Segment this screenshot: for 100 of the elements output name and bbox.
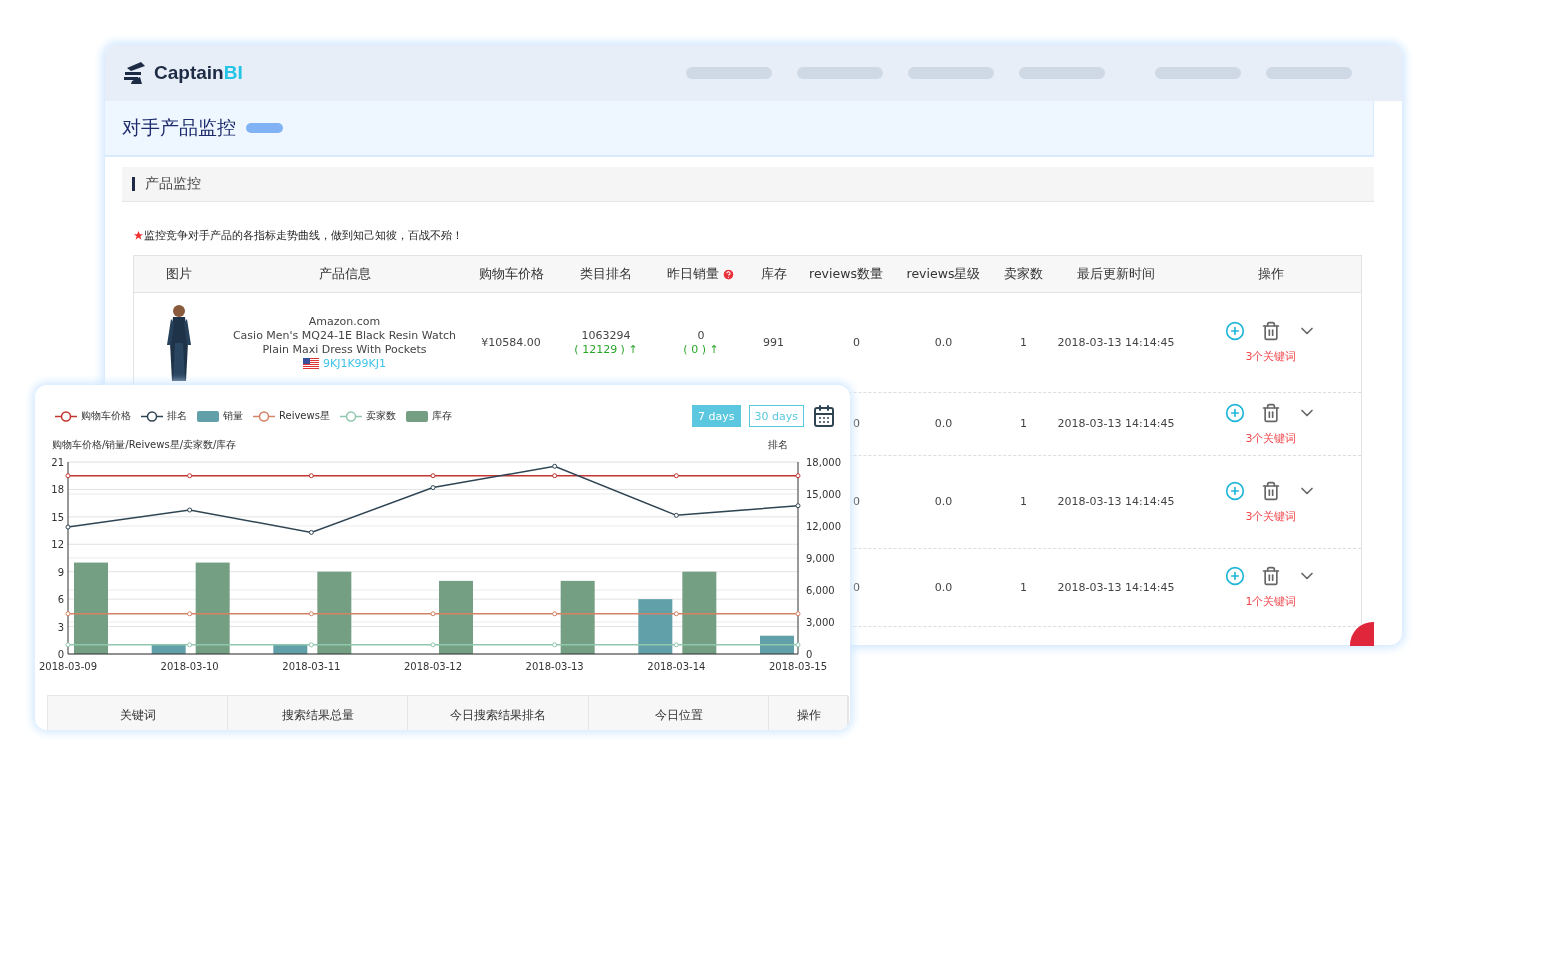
trash-icon[interactable]: [1261, 480, 1281, 501]
trash-icon[interactable]: [1261, 402, 1281, 423]
sellers-count: 1: [1020, 580, 1027, 595]
asin-link[interactable]: 9KJ1K99KJ1: [322, 356, 387, 371]
calendar-icon[interactable]: [812, 404, 836, 428]
update-time: 2018-03-13 14:14:45: [1057, 417, 1175, 431]
rating-text: 0.0: [934, 335, 953, 350]
store-name: Amazon.com: [308, 314, 381, 329]
column-header: 关键词: [119, 707, 156, 722]
axis-label: 21: [51, 457, 64, 468]
rating-text: 0.0: [934, 580, 953, 595]
axis-label: 6,000: [806, 585, 835, 596]
range-button[interactable]: 7 days: [692, 405, 741, 427]
axis-label: 3,000: [806, 617, 835, 628]
flag-icon: [302, 358, 319, 369]
axis-label: 2018-03-14: [647, 661, 706, 672]
sellers-count: 1: [1020, 417, 1027, 431]
column-header: 类目排名: [580, 267, 632, 281]
axis-title: 购物车价格/销量/Reivews星/卖家数/库存: [52, 439, 237, 450]
keywords-link[interactable]: 3个关键词: [1245, 430, 1297, 446]
axis-label: 2018-03-13: [525, 661, 584, 672]
column-header: 最后更新时间: [1077, 267, 1155, 281]
column-header: reviews星级: [906, 267, 981, 281]
column-header: 操作: [1258, 267, 1284, 281]
column-header: 昨日销量: [667, 267, 719, 281]
legend-label: Reivews星: [279, 409, 330, 423]
product-title: Plain Maxi Dress With Pockets: [262, 342, 427, 357]
legend-marker: [339, 410, 362, 422]
axis-label: 15: [51, 511, 64, 523]
axis-label: 2018-03-10: [160, 661, 219, 672]
keywords-link[interactable]: 3个关键词: [1245, 508, 1297, 524]
sales-text: 0: [697, 328, 705, 343]
page-title: 对手产品监控: [122, 115, 236, 140]
legend-label: 购物车价格: [81, 409, 131, 423]
update-time: 2018-03-13 14:14:45: [1057, 495, 1175, 509]
star-icon: [133, 230, 144, 241]
axis-label: 2018-03-12: [403, 661, 463, 672]
legend-swatch: [197, 410, 219, 422]
axis-label: 0: [57, 649, 64, 660]
column-header: 购物车价格: [478, 267, 544, 281]
legend-marker: [253, 410, 275, 422]
title-tag: [246, 123, 283, 133]
sales-change: ( 0 ) ↑: [683, 342, 719, 357]
column-header: 操作: [796, 707, 821, 722]
sellers-count: 1: [1020, 495, 1027, 509]
legend-marker: [141, 410, 163, 422]
add-icon[interactable]: [1225, 402, 1245, 423]
update-time: 2018-03-13 14:14:45: [1057, 580, 1175, 595]
keywords-link[interactable]: 1个关键词: [1245, 594, 1297, 609]
legend-label: 销量: [223, 409, 243, 423]
sellers-count: 1: [1020, 335, 1027, 350]
column-header: 图片: [165, 267, 192, 281]
axis-label: 6: [57, 594, 64, 606]
keywords-link[interactable]: 3个关键词: [1245, 349, 1297, 364]
rank-change: ( 12129 ) ↑: [574, 342, 638, 357]
price-text: ¥10584.00: [481, 335, 541, 350]
add-icon[interactable]: [1225, 480, 1245, 501]
axis-label: 3: [57, 621, 64, 633]
range-button[interactable]: 30 days: [748, 405, 804, 427]
add-icon[interactable]: [1225, 321, 1245, 341]
notice-text: 监控竞争对手产品的各指标走势曲线，做到知己知彼，百战不殆！: [144, 228, 463, 243]
logo-icon: [122, 60, 148, 86]
reviews-count: 0: [853, 417, 860, 431]
bar: [151, 644, 186, 654]
axis-label: 0: [806, 649, 813, 660]
axis-label: 2018-03-11: [282, 661, 341, 672]
legend-swatch: [405, 410, 428, 422]
column-header: 今日搜索结果排名: [450, 707, 546, 722]
axis-label: 12: [51, 539, 64, 551]
legend-marker: [55, 410, 77, 422]
reviews-count: 0: [853, 495, 860, 509]
axis-label: 2018-03-09: [38, 661, 98, 672]
reviews-count: 0: [853, 580, 860, 595]
column-header: 今日位置: [654, 707, 703, 722]
axis-label: 15,000: [806, 489, 841, 500]
help-icon[interactable]: [722, 267, 735, 281]
update-time: 2018-03-13 14:14:45: [1057, 335, 1175, 350]
add-icon[interactable]: [1225, 566, 1245, 586]
product-title: Casio Men's MQ24-1E Black Resin Watch: [232, 328, 457, 343]
column-header: 产品信息: [318, 267, 371, 281]
section-title: 产品监控: [145, 175, 201, 193]
axis-label: 18,000: [806, 457, 841, 468]
legend-label: 排名: [167, 409, 187, 423]
trash-icon[interactable]: [1261, 321, 1281, 341]
bar: [273, 644, 308, 654]
logo-text: CaptainBI: [154, 62, 243, 84]
column-header: 库存: [760, 267, 787, 281]
trash-icon[interactable]: [1261, 566, 1281, 586]
rating-text: 0.0: [934, 417, 953, 431]
axis-title: 排名: [768, 439, 788, 450]
legend-label: 库存: [431, 409, 452, 423]
stock-text: 991: [763, 335, 784, 350]
reviews-count: 0: [853, 335, 860, 350]
axis-label: 12,000: [806, 521, 841, 532]
rating-text: 0.0: [934, 495, 953, 509]
column-header: 搜索结果总量: [281, 707, 354, 722]
axis-label: 2018-03-15: [768, 661, 828, 672]
column-header: 卖家数: [1004, 267, 1043, 281]
axis-label: 18: [51, 484, 64, 496]
axis-label: 9: [57, 566, 64, 578]
